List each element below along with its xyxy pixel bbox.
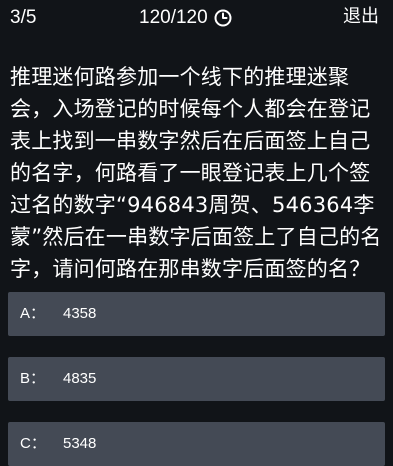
option-a-value: 4358	[63, 305, 97, 322]
exit-button[interactable]: 退出	[343, 6, 379, 28]
option-c-value: 5348	[63, 435, 97, 452]
clock-icon	[214, 9, 232, 27]
option-c-letter: C：	[20, 435, 46, 452]
option-c[interactable]: C： 5348	[8, 422, 385, 466]
top-bar: 3/5 120/120 退出	[0, 0, 393, 36]
option-b[interactable]: B： 4835	[8, 357, 385, 401]
option-a[interactable]: A： 4358	[8, 292, 385, 336]
option-a-letter: A：	[20, 305, 46, 322]
question-text: 推理迷何路参加一个线下的推理迷聚会，入场登记的时候每个人都会在登记表上找到一串数…	[10, 65, 382, 281]
question-progress: 3/5	[10, 7, 37, 28]
timer: 120/120	[139, 7, 232, 29]
timer-text: 120/120	[139, 7, 208, 28]
option-b-letter: B：	[20, 370, 46, 387]
option-b-value: 4835	[63, 370, 97, 387]
